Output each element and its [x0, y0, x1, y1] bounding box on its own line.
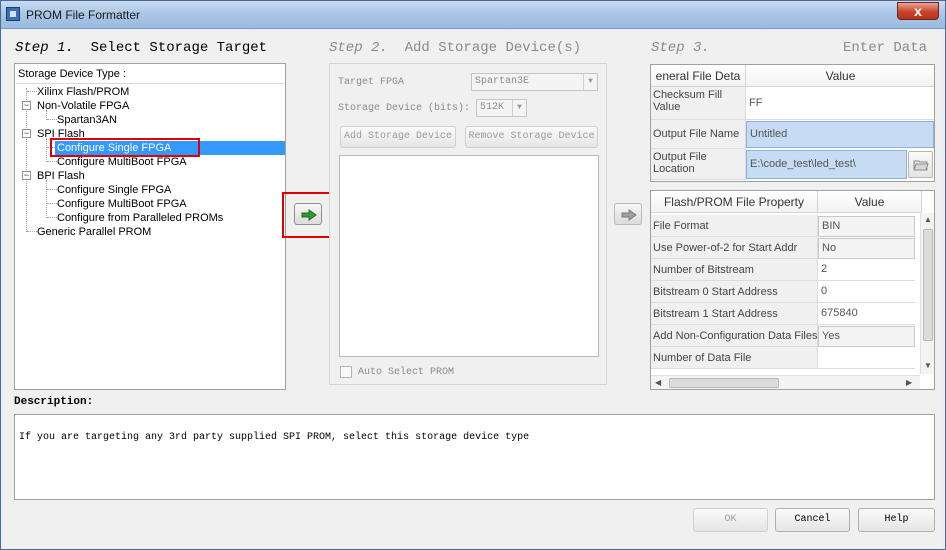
grid-key-output-file-location: Output File Location [651, 149, 746, 180]
property-horizontal-scrollbar[interactable]: ◀ ▶ [651, 375, 920, 389]
bitstream1-start-value[interactable]: 675840 [818, 303, 915, 325]
property-header-value: Value [818, 191, 922, 213]
tree-item-bpi-flash[interactable]: BPI Flash [35, 169, 87, 183]
description-box: If you are targeting any 3rd party suppl… [14, 414, 935, 500]
property-key-add-non-config: Add Non-Configuration Data Files [651, 325, 818, 347]
auto-select-prom-checkbox[interactable] [340, 366, 352, 378]
checksum-fill-value[interactable]: FF [746, 87, 934, 120]
tree-item-xilinx-flash-prom[interactable]: Xilinx Flash/PROM [35, 85, 131, 99]
next-step-button[interactable] [294, 203, 322, 225]
step1-header: Step 1. Select Storage Target [15, 40, 267, 56]
general-file-detail-grid[interactable]: eneral File Deta Value Checksum Fill Val… [650, 64, 935, 182]
scrollbar-thumb[interactable] [669, 378, 779, 388]
target-fpga-label: Target FPGA [338, 77, 405, 88]
cancel-button[interactable]: Cancel [775, 508, 850, 532]
bitstream0-start-value[interactable]: 0 [818, 281, 915, 303]
gray-arrow-icon [621, 209, 637, 221]
tree-item-spartan3an[interactable]: Spartan3AN [55, 113, 119, 127]
selection-highlight-box [50, 138, 200, 157]
tree-title: Storage Device Type : [18, 68, 127, 80]
add-storage-device-button[interactable]: Add Storage Device [340, 126, 456, 148]
tree-item-bpi-configure-multiboot-fpga[interactable]: Configure MultiBoot FPGA [55, 197, 189, 211]
property-vertical-scrollbar[interactable]: ▲ ▼ [920, 213, 934, 374]
step1-number: Step 1. [15, 40, 74, 56]
storage-device-select[interactable]: 512K ▼ [476, 99, 527, 117]
tree-line [46, 138, 47, 162]
tree-item-non-volatile-fpga[interactable]: Non-Volatile FPGA [35, 99, 131, 113]
help-button[interactable]: Help [858, 508, 935, 532]
scrollbar-thumb[interactable] [923, 229, 933, 341]
tree-item-configure-from-paralleled-proms[interactable]: Configure from Paralleled PROMs [55, 211, 225, 225]
app-icon [6, 7, 20, 21]
remove-storage-device-button[interactable]: Remove Storage Device [465, 126, 598, 148]
chevron-down-icon: ▼ [512, 100, 526, 116]
scroll-left-icon[interactable]: ◀ [655, 378, 661, 387]
property-key-bitstream1-start: Bitstream 1 Start Address [651, 303, 818, 325]
step2-panel: Target FPGA Spartan3E ▼ Storage Device (b… [329, 63, 607, 385]
chevron-down-icon: ▼ [583, 74, 597, 90]
step2-header: Step 2. Add Storage Device(s) [329, 40, 581, 56]
property-key-file-format: File Format [651, 215, 818, 237]
tree-item-bpi-configure-single-fpga[interactable]: Configure Single FPGA [55, 183, 173, 197]
close-icon[interactable]: x [897, 2, 939, 20]
flash-prom-property-grid[interactable]: Flash/PROM File Property Value File Form… [650, 190, 935, 390]
tree-item-spi-configure-multiboot-fpga[interactable]: Configure MultiBoot FPGA [55, 155, 189, 169]
grid-key-output-file-name: Output File Name [651, 120, 746, 149]
collapse-icon[interactable]: − [22, 129, 31, 138]
grid-header-key: eneral File Deta [651, 65, 746, 87]
storage-device-list[interactable] [339, 155, 599, 357]
step3-label: Enter Data [843, 40, 928, 56]
browse-folder-button[interactable] [908, 151, 933, 178]
step3-number: Step 3. [651, 40, 710, 56]
storage-device-tree[interactable]: Storage Device Type : − − − Xilinx Flash… [14, 63, 286, 390]
step2-label: Add Storage Device(s) [404, 40, 582, 56]
tree-title-divider [16, 83, 284, 84]
property-key-power-of-2: Use Power-of-2 for Start Addr [651, 237, 818, 259]
property-key-number-of-data-file: Number of Data File [651, 347, 818, 369]
collapse-icon[interactable]: − [22, 171, 31, 180]
scroll-down-icon[interactable]: ▼ [924, 361, 932, 370]
grid-header-value: Value [746, 65, 934, 87]
window-title: PROM File Formatter [26, 8, 141, 22]
output-file-name-input[interactable]: Untitled [746, 121, 934, 148]
description-label: Description: [14, 396, 94, 408]
scroll-right-icon[interactable]: ▶ [906, 378, 912, 387]
number-of-data-file-value[interactable] [818, 347, 915, 369]
output-file-location-input[interactable]: E:\code_test\led_test\ [746, 150, 907, 179]
prom-formatter-window: PROM File Formatter x Step 1. Select Sto… [0, 0, 946, 550]
step1-label: Select Storage Target [90, 40, 268, 56]
collapse-icon[interactable]: − [22, 101, 31, 110]
target-fpga-value: Spartan3E [475, 76, 530, 87]
step3-arrow-button[interactable] [614, 203, 642, 225]
add-non-config-select[interactable]: Yes [818, 326, 915, 347]
file-format-select[interactable]: BIN [818, 216, 915, 237]
grid-key-checksum-fill-value: Checksum Fill Value [651, 87, 746, 120]
target-fpga-select[interactable]: Spartan3E ▼ [471, 73, 598, 91]
power-of-2-select[interactable]: No [818, 238, 915, 259]
property-header-key: Flash/PROM File Property [651, 191, 818, 213]
scroll-up-icon[interactable]: ▲ [924, 215, 932, 224]
description-text: If you are targeting any 3rd party suppl… [19, 432, 530, 443]
property-key-number-of-bitstream: Number of Bitstream [651, 259, 818, 281]
storage-device-value: 512K [480, 102, 505, 113]
green-arrow-icon [301, 209, 317, 221]
title-bar[interactable]: PROM File Formatter x [1, 1, 945, 29]
storage-device-label: Storage Device (bits): [338, 103, 471, 114]
number-of-bitstream-value[interactable]: 2 [818, 259, 915, 281]
tree-line [46, 180, 47, 218]
step2-number: Step 2. [329, 40, 388, 56]
folder-icon [913, 160, 929, 171]
ok-button[interactable]: OK [693, 508, 768, 532]
tree-item-generic-parallel-prom[interactable]: Generic Parallel PROM [35, 225, 153, 239]
auto-select-prom-label: Auto Select PROM [358, 367, 455, 378]
property-key-bitstream0-start: Bitstream 0 Start Address [651, 281, 818, 303]
client-area: Step 1. Select Storage Target Step 2. Ad… [4, 30, 942, 548]
